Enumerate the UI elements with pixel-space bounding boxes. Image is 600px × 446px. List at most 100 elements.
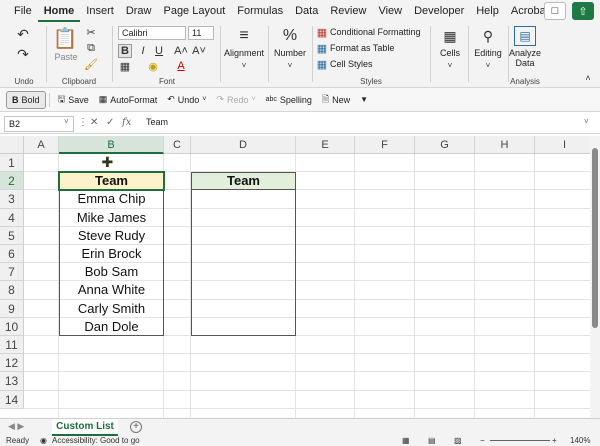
select-all-corner[interactable] <box>0 136 24 154</box>
zoom-out-icon[interactable]: − <box>480 436 485 446</box>
row-header-9[interactable]: 9 <box>0 299 24 318</box>
redo-icon[interactable]: ↷ <box>14 46 32 62</box>
spelling-button[interactable]: abc Spelling <box>261 91 317 109</box>
zoom-in-icon[interactable]: + <box>552 436 557 446</box>
cell-b9[interactable]: Carly Smith <box>59 300 164 318</box>
cell-styles-button[interactable]: Cell Styles <box>330 59 373 69</box>
row-header-7[interactable]: 7 <box>0 263 24 282</box>
column-header-b[interactable]: B <box>59 136 164 154</box>
row-header-4[interactable]: 4 <box>0 208 24 227</box>
enter-icon[interactable]: ✓ <box>106 117 114 128</box>
tab-data[interactable]: Data <box>289 0 324 22</box>
tab-file[interactable]: File <box>8 0 38 22</box>
column-header-h[interactable]: H <box>475 136 535 154</box>
column-header-f[interactable]: F <box>355 136 415 154</box>
column-header-a[interactable]: A <box>24 136 59 154</box>
font-name-select[interactable]: Calibri <box>118 26 186 40</box>
tab-help[interactable]: Help <box>470 0 505 22</box>
copy-icon[interactable]: ⧉ <box>84 42 98 54</box>
editing-group[interactable]: ⚲ Editing ˅ <box>470 22 506 88</box>
cells-group[interactable]: ▦ Cells ˅ <box>434 22 466 88</box>
cancel-icon[interactable]: ✕ <box>90 117 98 128</box>
cell-b10[interactable]: Dan Dole <box>59 318 164 336</box>
tab-review[interactable]: Review <box>324 0 372 22</box>
zoom-slider[interactable] <box>490 440 550 441</box>
conditional-formatting-button[interactable]: Conditional Formatting <box>330 27 421 37</box>
worksheet-grid[interactable]: A B C D E F G H I 1 2 3 4 5 6 7 8 9 10 11 12 13 14 Team Emma Chi… <box>0 136 590 418</box>
customize-toolbar-button[interactable]: ▼ <box>355 91 373 109</box>
format-painter-icon[interactable]: 🖌 <box>84 58 98 71</box>
bold-icon[interactable]: B <box>118 44 132 58</box>
row-header-6[interactable]: 6 <box>0 245 24 264</box>
cell-b3[interactable]: Emma Chip <box>59 190 164 208</box>
row-header-1[interactable]: 1 <box>0 154 24 173</box>
vertical-scrollbar[interactable] <box>590 136 600 418</box>
underline-icon[interactable]: U <box>152 44 166 58</box>
row-header-11[interactable]: 11 <box>0 336 24 355</box>
format-as-table-button[interactable]: Format as Table <box>330 43 394 53</box>
add-sheet-icon[interactable]: + <box>130 421 142 433</box>
row-header-12[interactable]: 12 <box>0 354 24 373</box>
cell-d2[interactable]: Team <box>191 172 296 190</box>
column-header-e[interactable]: E <box>296 136 355 154</box>
fill-color-icon[interactable]: ◉ <box>146 60 160 73</box>
undo-button[interactable]: ↶ Undo ˅ <box>162 91 211 109</box>
row-header-2[interactable]: 2 <box>0 172 24 191</box>
tab-draw[interactable]: Draw <box>120 0 158 22</box>
tab-formulas[interactable]: Formulas <box>231 0 289 22</box>
page-break-icon[interactable]: ▨ <box>454 436 462 446</box>
column-header-d[interactable]: D <box>191 136 296 154</box>
column-header-g[interactable]: G <box>415 136 475 154</box>
autoformat-button[interactable]: ▦ AutoFormat <box>94 91 163 109</box>
zoom-level[interactable]: 140% <box>570 436 590 446</box>
insert-function-icon[interactable]: fx <box>122 117 131 128</box>
formula-input[interactable]: Team <box>146 117 168 127</box>
alignment-group[interactable]: ≡ Alignment ˅ <box>222 22 266 88</box>
cell-b7[interactable]: Bob Sam <box>59 263 164 281</box>
tab-developer[interactable]: Developer <box>408 0 470 22</box>
sheet-tab-custom-list[interactable]: Custom List <box>52 419 118 436</box>
analyze-data-icon[interactable]: ▤ <box>514 26 536 46</box>
row-header-8[interactable]: 8 <box>0 281 24 300</box>
share-icon[interactable]: ⇧ <box>572 2 594 20</box>
page-layout-icon[interactable]: ▤ <box>428 436 436 446</box>
italic-icon[interactable]: I <box>136 44 150 58</box>
row-header-3[interactable]: 3 <box>0 190 24 209</box>
new-button[interactable]: 🗎 New <box>317 91 355 109</box>
font-shrink-icon[interactable]: A˅ <box>192 44 206 58</box>
tab-view[interactable]: View <box>372 0 408 22</box>
bold-button[interactable]: B Bold <box>6 90 46 109</box>
cell-b4[interactable]: Mike James <box>59 209 164 227</box>
cell-b6[interactable]: Erin Brock <box>59 245 164 263</box>
accessibility-status[interactable]: Accessibility: Good to go <box>52 436 140 446</box>
normal-view-icon[interactable]: ▦ <box>402 436 410 446</box>
scrollbar-thumb[interactable] <box>592 148 598 328</box>
font-size-select[interactable]: 11 <box>188 26 214 40</box>
row-header-13[interactable]: 13 <box>0 372 24 391</box>
redo-button[interactable]: ↷ Redo ˅ <box>211 91 260 109</box>
cell-b8[interactable]: Anna White <box>59 281 164 299</box>
cell-b2[interactable]: Team <box>59 172 164 190</box>
cell-b5[interactable]: Steve Rudy <box>59 227 164 245</box>
row-header-5[interactable]: 5 <box>0 226 24 245</box>
row-header-14[interactable]: 14 <box>0 390 24 409</box>
undo-icon[interactable]: ↶ <box>14 26 32 42</box>
paste-icon[interactable]: 📋 <box>53 26 78 50</box>
comments-icon[interactable]: □ <box>544 2 566 20</box>
cut-icon[interactable]: ✂ <box>84 26 98 39</box>
font-color-icon[interactable]: A <box>174 60 188 72</box>
number-group[interactable]: % Number ˅ <box>270 22 310 88</box>
row-header-10[interactable]: 10 <box>0 317 24 336</box>
tab-insert[interactable]: Insert <box>80 0 120 22</box>
column-header-c[interactable]: C <box>164 136 191 154</box>
chevron-down-icon[interactable]: ˅ <box>64 117 69 126</box>
column-header-i[interactable]: I <box>535 136 590 154</box>
tab-page-layout[interactable]: Page Layout <box>157 0 231 22</box>
font-grow-icon[interactable]: A˄ <box>174 44 188 58</box>
collapse-ribbon-icon[interactable]: ˄ <box>582 72 594 84</box>
tab-home[interactable]: Home <box>37 0 81 22</box>
save-button[interactable]: 🖫 Save <box>53 91 94 109</box>
sheet-nav-arrows[interactable]: ◀ ▶ <box>8 421 24 432</box>
borders-icon[interactable]: ▦ <box>118 60 132 73</box>
expand-formula-icon[interactable]: ˅ <box>584 117 589 126</box>
